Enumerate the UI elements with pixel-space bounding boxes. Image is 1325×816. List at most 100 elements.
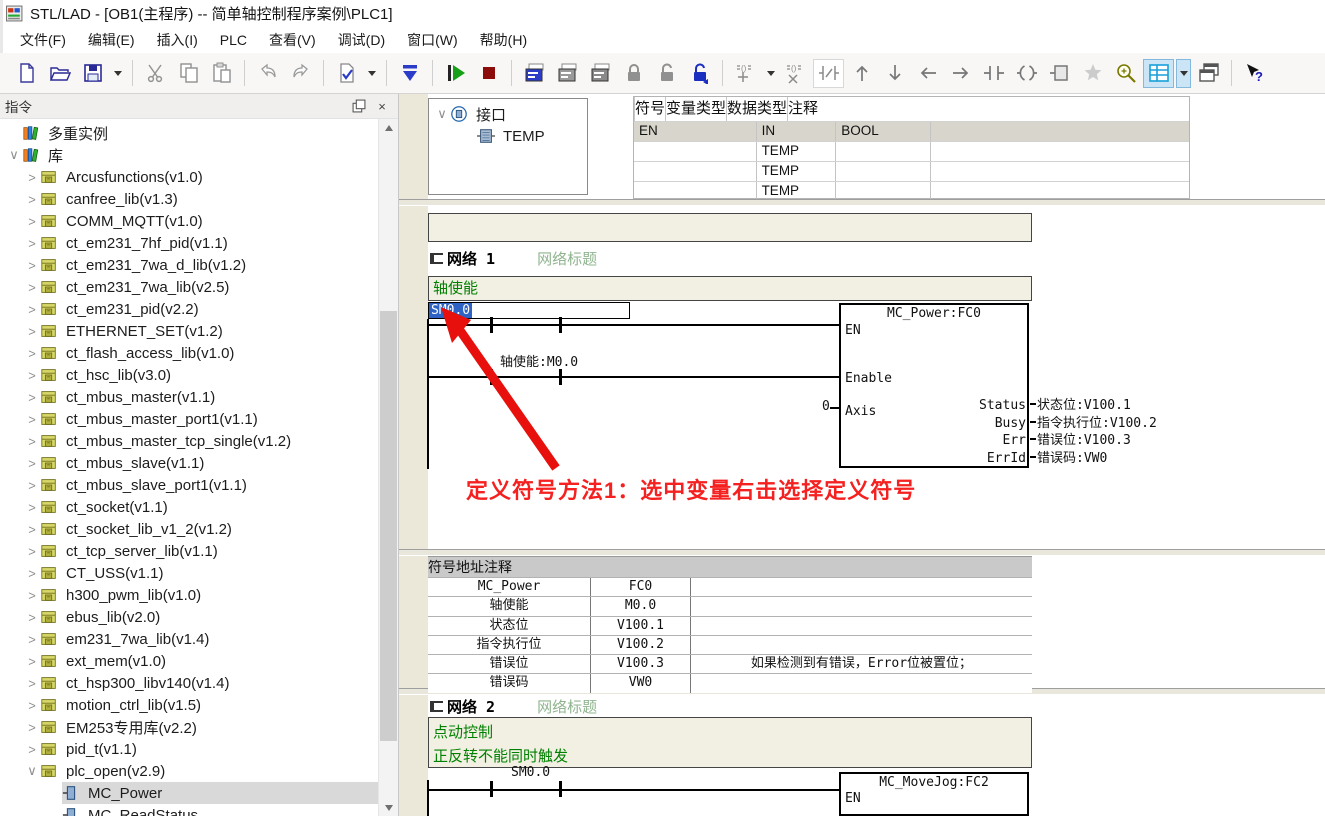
tree-item[interactable]: > motion_ctrl_lib(v1.5)	[0, 694, 379, 716]
save-dropdown-icon[interactable]	[110, 59, 125, 88]
contact-bar[interactable]	[559, 369, 562, 385]
close-icon[interactable]: ×	[375, 99, 389, 113]
symbol-table-dropdown-icon[interactable]	[1176, 59, 1191, 88]
redo-button[interactable]	[285, 59, 316, 88]
selected-operand[interactable]: SM0.0	[429, 303, 472, 318]
insert-branch-button[interactable]: ()	[730, 59, 761, 88]
insert-network-button[interactable]	[519, 59, 550, 88]
cell-comment[interactable]	[930, 122, 1189, 141]
move-right-button[interactable]	[945, 59, 976, 88]
contact-bar[interactable]	[490, 781, 493, 797]
symbol-table-view-button[interactable]	[1143, 59, 1174, 88]
new-file-button[interactable]	[11, 59, 42, 88]
cell-data-type[interactable]	[835, 162, 930, 181]
cell-symbol[interactable]: 轴使能	[428, 597, 590, 615]
insert-branch-dropdown-icon[interactable]	[763, 59, 778, 88]
network-title-placeholder[interactable]: 网络标题	[537, 696, 597, 717]
unlock-pou-button[interactable]	[651, 59, 682, 88]
cell-symbol[interactable]: EN	[634, 122, 756, 141]
insert-coil-button[interactable]	[1011, 59, 1042, 88]
operand-edit-box[interactable]: SM0.0	[428, 302, 630, 319]
tree-item[interactable]: > CT_USS(v1.1)	[0, 562, 379, 584]
copy-network-button[interactable]	[552, 59, 583, 88]
download-button[interactable]	[394, 59, 425, 88]
cell-symbol[interactable]: 状态位	[428, 617, 590, 635]
scrollbar-thumb[interactable]	[380, 311, 397, 741]
cell-address[interactable]: V100.3	[590, 655, 690, 673]
tree-item[interactable]: > ct_em231_7hf_pid(v1.1)	[0, 232, 379, 254]
contact2-label[interactable]: 轴使能:M0.0	[500, 351, 578, 370]
stop-button[interactable]	[473, 59, 504, 88]
expander-icon[interactable]: >	[24, 698, 40, 713]
run-button[interactable]	[440, 59, 471, 88]
not-contact-button[interactable]	[813, 59, 844, 88]
expander-icon[interactable]: >	[24, 192, 40, 207]
expander-icon[interactable]: >	[24, 632, 40, 647]
tree-item[interactable]: > ct_mbus_master(v1.1)	[0, 386, 379, 408]
expander-icon[interactable]: >	[24, 236, 40, 251]
table-row[interactable]: 错误码 VW0	[428, 673, 1032, 692]
cell-symbol[interactable]: MC_Power	[428, 578, 590, 596]
tree-item[interactable]: ∨ 库	[0, 144, 379, 166]
cell-symbol[interactable]: 错误码	[428, 674, 590, 692]
expander-icon[interactable]: >	[24, 170, 40, 185]
expander-icon[interactable]: >	[24, 412, 40, 427]
tree-item[interactable]: > h300_pwm_lib(v1.0)	[0, 584, 379, 606]
cell-symbol[interactable]: 错误位	[428, 655, 590, 673]
tree-item[interactable]: > ext_mem(v1.0)	[0, 650, 379, 672]
tree-item[interactable]: > ct_tcp_server_lib(v1.1)	[0, 540, 379, 562]
expander-icon[interactable]: >	[24, 742, 40, 757]
tree-item[interactable]: 多重实例	[0, 122, 379, 144]
move-up-button[interactable]	[846, 59, 877, 88]
tree-item[interactable]: > COMM_MQTT(v1.0)	[0, 210, 379, 232]
undo-button[interactable]	[252, 59, 283, 88]
cell-symbol[interactable]	[634, 142, 756, 161]
tree-item[interactable]: > Arcusfunctions(v1.0)	[0, 166, 379, 188]
cell-address[interactable]: FC0	[590, 578, 690, 596]
context-help-button[interactable]: ?	[1239, 59, 1270, 88]
expander-icon[interactable]: >	[24, 302, 40, 317]
cell-address[interactable]: V100.1	[590, 617, 690, 635]
expander-icon[interactable]: >	[24, 610, 40, 625]
delete-network-button[interactable]	[585, 59, 616, 88]
splitter[interactable]	[399, 549, 1325, 556]
expander-icon[interactable]: >	[24, 280, 40, 295]
scroll-up-icon[interactable]	[379, 119, 398, 136]
delete-branch-button[interactable]: ()	[780, 59, 811, 88]
collapse-icon[interactable]	[430, 701, 443, 712]
expander-icon[interactable]: >	[24, 566, 40, 581]
lock-pou-button[interactable]	[618, 59, 649, 88]
tree-item[interactable]: > ct_hsc_lib(v3.0)	[0, 364, 379, 386]
cell-comment[interactable]	[930, 162, 1189, 181]
expander-icon[interactable]: >	[24, 368, 40, 383]
tree-item[interactable]: > ETHERNET_SET(v1.2)	[0, 320, 379, 342]
menu-item[interactable]: 查看(V)	[258, 27, 327, 53]
table-row[interactable]: TEMP	[634, 161, 1189, 181]
network2-comment-box[interactable]: 点动控制 正反转不能同时触发	[428, 717, 1032, 768]
expander-icon[interactable]: >	[24, 500, 40, 515]
axis-constant[interactable]: 0	[822, 399, 830, 414]
cell-data-type[interactable]: BOOL	[835, 122, 930, 141]
collapse-icon[interactable]	[430, 253, 443, 264]
cell-data-type[interactable]	[835, 142, 930, 161]
expander-icon[interactable]: >	[24, 456, 40, 471]
cell-symbol[interactable]: 指令执行位	[428, 636, 590, 654]
cell-comment[interactable]	[690, 636, 1032, 654]
favorites-button[interactable]	[1077, 59, 1108, 88]
table-row[interactable]: TEMP	[634, 181, 1189, 201]
tree-item[interactable]: > ct_socket_lib_v1_2(v1.2)	[0, 518, 379, 540]
menu-item[interactable]: 插入(I)	[146, 27, 209, 53]
cascade-windows-button[interactable]	[1193, 59, 1224, 88]
block-output-target[interactable]: 错误码:VW0	[1030, 450, 1157, 468]
expander-icon[interactable]: >	[24, 434, 40, 449]
cell-address[interactable]: V100.2	[590, 636, 690, 654]
table-row[interactable]: MC_Power FC0	[428, 577, 1032, 596]
expander-icon[interactable]: >	[24, 346, 40, 361]
cell-address[interactable]: M0.0	[590, 597, 690, 615]
cell-comment[interactable]	[930, 142, 1189, 161]
copy-button[interactable]	[173, 59, 204, 88]
dock-icon[interactable]	[352, 99, 366, 113]
tree-item[interactable]: > ct_em231_7wa_d_lib(v1.2)	[0, 254, 379, 276]
tree-item[interactable]: > ebus_lib(v2.0)	[0, 606, 379, 628]
cell-comment[interactable]	[690, 617, 1032, 635]
